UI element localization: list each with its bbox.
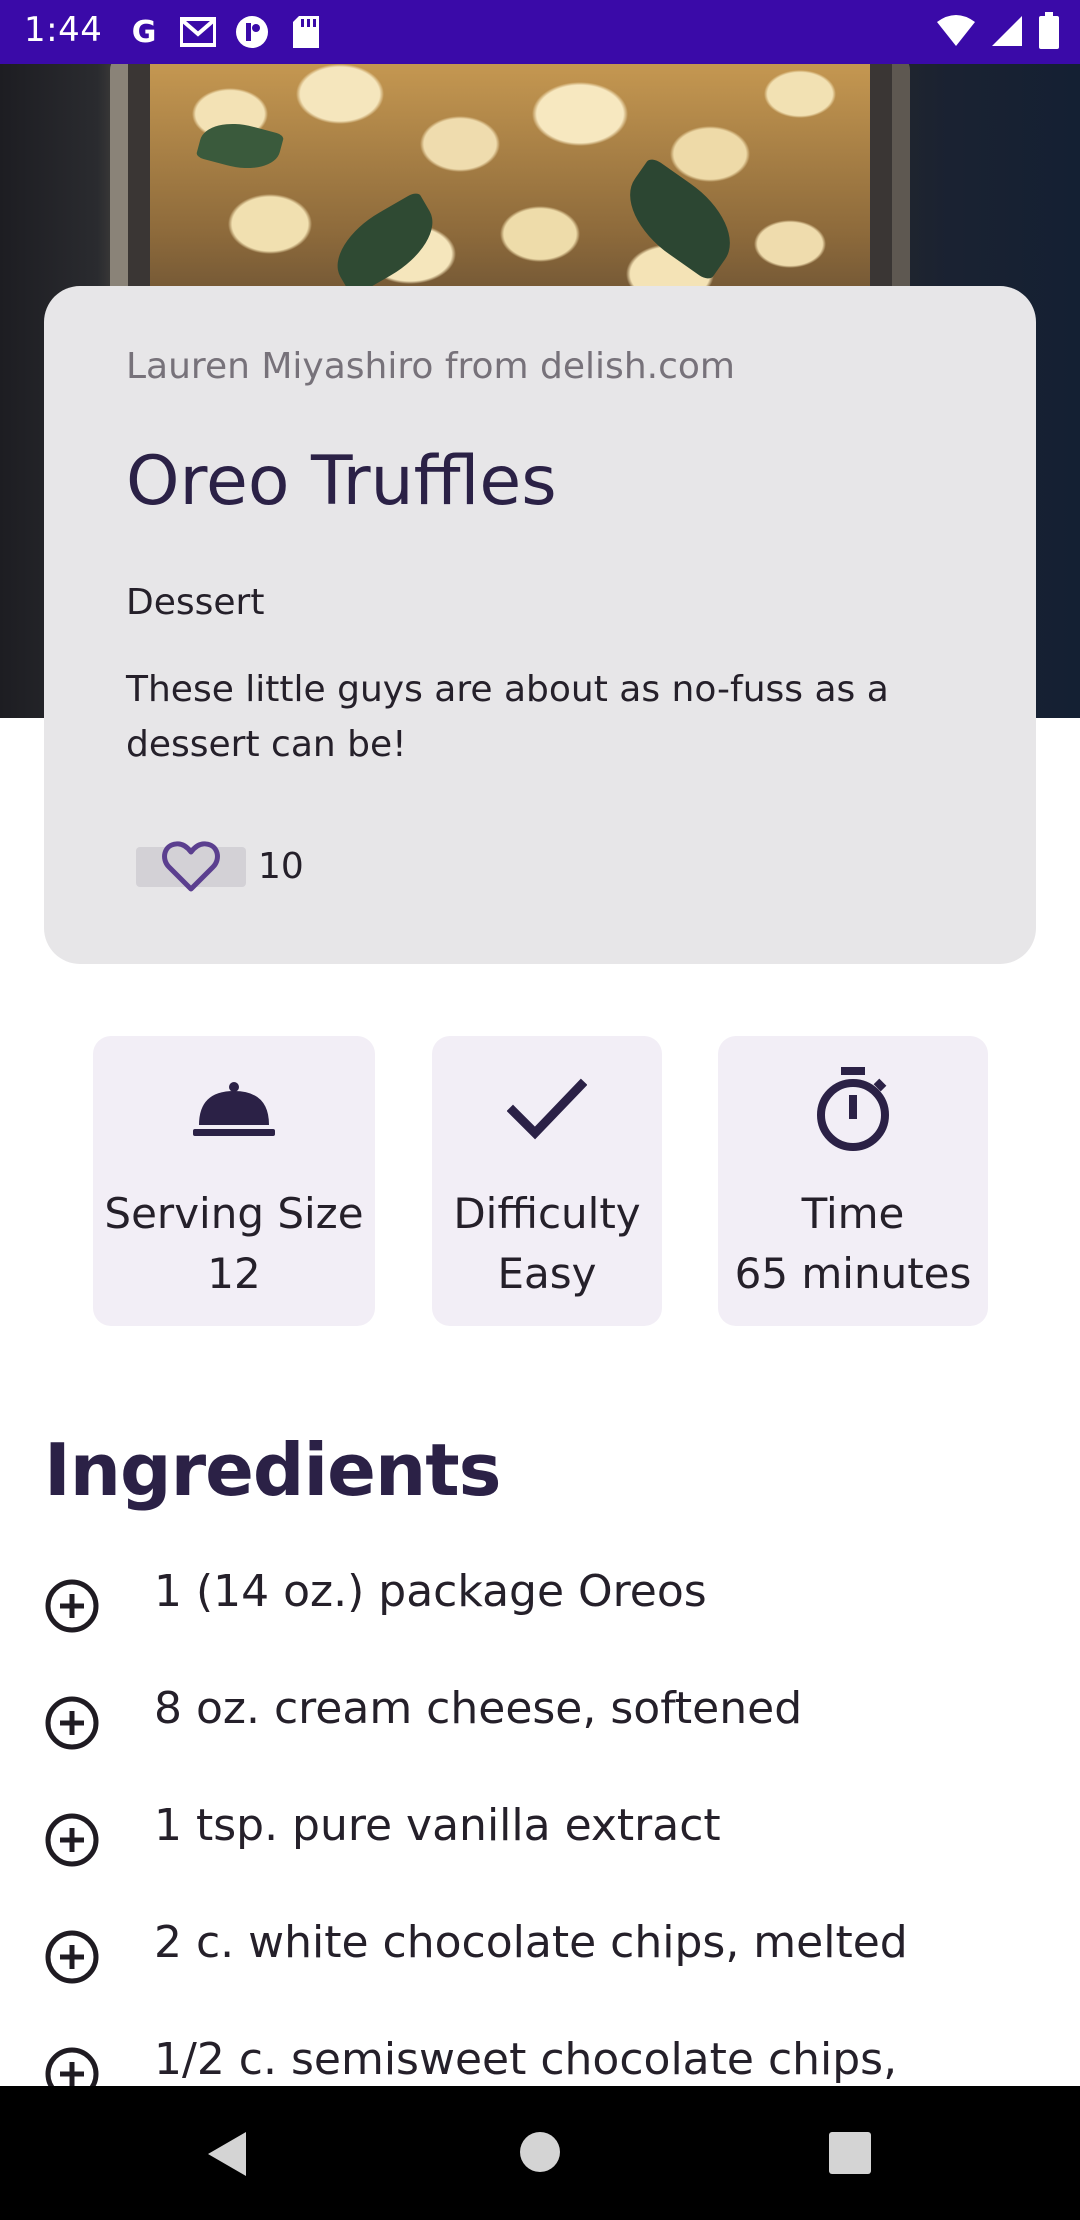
signal-icon <box>990 14 1024 52</box>
status-bar: 1:44 G <box>0 0 1080 64</box>
recipe-description: These little guys are about as no-fuss a… <box>126 669 889 765</box>
ingredient-item: 2 c. white chocolate chips, melted <box>44 1911 1044 1991</box>
ingredient-text: 1 (14 oz.) package Oreos <box>154 1566 707 1617</box>
ingredient-item: 8 oz. cream cheese, softened <box>44 1677 1044 1757</box>
difficulty-label: Difficulty <box>453 1189 641 1238</box>
difficulty-value: Easy <box>497 1249 597 1298</box>
ingredient-text: 1/2 c. semisweet chocolate chips, <box>154 2034 898 2085</box>
sd-card-icon <box>286 12 326 52</box>
check-icon <box>432 1064 662 1154</box>
status-time: 1:44 <box>24 10 103 50</box>
serving-size-label: Serving Size <box>104 1189 364 1238</box>
recipe-title: Oreo Truffles <box>126 442 557 521</box>
app-icon <box>232 12 272 52</box>
add-circle-icon[interactable] <box>44 1812 100 1868</box>
add-circle-icon[interactable] <box>44 1695 100 1751</box>
ingredients-heading: Ingredients <box>44 1428 502 1512</box>
stopwatch-icon <box>718 1064 988 1154</box>
heart-icon <box>162 840 220 891</box>
recipe-header-card: Lauren Miyashiro from delish.com Oreo Tr… <box>44 286 1036 964</box>
time-tile: Time 65 minutes <box>718 1036 988 1326</box>
ingredient-text: 2 c. white chocolate chips, melted <box>154 1917 908 1968</box>
recents-icon[interactable] <box>829 2132 871 2174</box>
home-icon[interactable] <box>520 2132 560 2172</box>
recipe-category: Dessert <box>126 582 265 623</box>
ingredient-text: 8 oz. cream cheese, softened <box>154 1683 803 1734</box>
back-icon[interactable] <box>206 2130 248 2178</box>
ingredient-item: 1 tsp. pure vanilla extract <box>44 1794 1044 1874</box>
like-row: 10 <box>136 840 304 891</box>
difficulty-tile: Difficulty Easy <box>432 1036 662 1326</box>
recipe-author: Lauren Miyashiro from delish.com <box>126 346 735 387</box>
ingredient-text: 1 tsp. pure vanilla extract <box>154 1800 721 1851</box>
add-circle-icon[interactable] <box>44 1578 100 1634</box>
like-button[interactable] <box>136 840 246 891</box>
wifi-icon <box>936 14 976 52</box>
navigation-bar <box>0 2086 1080 2220</box>
cloche-icon <box>93 1064 375 1154</box>
gmail-icon <box>178 12 218 52</box>
like-count: 10 <box>258 846 304 887</box>
system-icons <box>936 12 1060 54</box>
battery-icon <box>1038 12 1060 54</box>
time-value: 65 minutes <box>734 1249 972 1298</box>
ingredient-item: 1 (14 oz.) package Oreos <box>44 1560 1044 1640</box>
time-label: Time <box>801 1189 905 1238</box>
notification-icons: G <box>124 12 326 52</box>
serving-size-value: 12 <box>207 1249 261 1298</box>
add-circle-icon[interactable] <box>44 1929 100 1985</box>
google-icon: G <box>131 14 157 50</box>
serving-size-tile: Serving Size 12 <box>93 1036 375 1326</box>
